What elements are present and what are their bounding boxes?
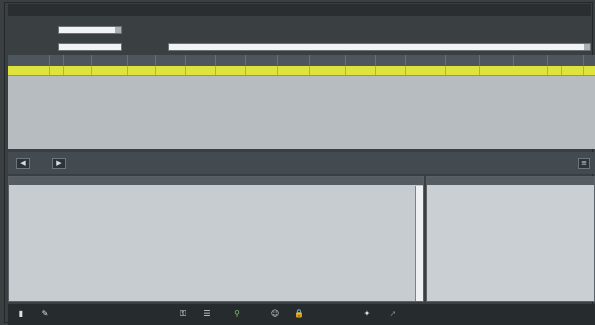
left-panel [8, 176, 424, 302]
prev-button[interactable]: ◀ [16, 158, 30, 169]
grid-header-cell[interactable] [50, 55, 64, 66]
list-icon[interactable]: ☰ [198, 308, 216, 320]
grid-header-cell[interactable] [92, 55, 128, 66]
grid-cell[interactable] [50, 66, 64, 75]
log-text [13, 188, 413, 298]
grid-header-cell[interactable] [246, 55, 278, 66]
bottom-toolbar: ▮ ✎ ⚿ ☰ ⚲ ☺ 🔒 ✦ ➚ [8, 304, 595, 325]
grid-cell[interactable] [278, 66, 310, 75]
user-icon[interactable]: ☺ [268, 308, 282, 320]
grid-header-cell[interactable] [346, 55, 376, 66]
grid-cell[interactable] [584, 66, 595, 75]
pin-icon[interactable]: ✦ [360, 308, 374, 320]
pointer-icon[interactable]: ➚ [386, 308, 400, 320]
app-window: ◀ ▶ ≡ ▮ ✎ ⚿ ☰ ⚲ ☺ 🔒 ✦ ➚ [0, 0, 595, 325]
grid-cell[interactable] [446, 66, 480, 75]
row1-select[interactable] [58, 26, 122, 34]
menu-icon[interactable]: ≡ [578, 158, 590, 169]
grid-header-cell[interactable] [514, 55, 548, 66]
grid-cell[interactable] [548, 66, 584, 75]
title-bar [8, 4, 591, 16]
row2-input[interactable] [58, 43, 122, 51]
grid-header-cell[interactable] [186, 55, 216, 66]
next-button[interactable]: ▶ [52, 158, 66, 169]
chevron-down-icon[interactable] [115, 27, 121, 33]
grid-cell-first[interactable] [8, 66, 50, 75]
grid-header-cell[interactable] [446, 55, 480, 66]
left-panel-title [9, 177, 423, 185]
pen-icon[interactable]: ✎ [38, 308, 52, 320]
grid-cell[interactable] [128, 66, 156, 75]
key-icon[interactable]: ⚿ [174, 308, 192, 320]
left-panel-scrollbar[interactable] [415, 186, 423, 301]
grid-cell[interactable] [376, 66, 406, 75]
chevron-down-icon[interactable] [584, 44, 590, 50]
grid-cell[interactable] [186, 66, 216, 75]
grid-header-cell[interactable] [548, 55, 584, 66]
grid-cell[interactable] [216, 66, 246, 75]
grid-header [8, 55, 595, 66]
right-panel [426, 176, 595, 302]
grid-header-cell[interactable] [278, 55, 310, 66]
right-panel-title [427, 177, 594, 185]
grid-cell[interactable] [92, 66, 128, 75]
grid-header-cell[interactable] [406, 55, 446, 66]
grid-header-cell[interactable] [128, 55, 156, 66]
grid-header-cell[interactable] [156, 55, 186, 66]
grid-cell[interactable] [64, 66, 92, 75]
door-icon[interactable]: ▮ [14, 308, 28, 320]
navigation-bar: ◀ ▶ ≡ [8, 152, 595, 174]
grid-header-cell[interactable] [216, 55, 246, 66]
grid-header-cell[interactable] [376, 55, 406, 66]
search-icon[interactable]: ⚲ [230, 308, 244, 320]
grid-header-cell[interactable] [480, 55, 514, 66]
table-row-selected[interactable] [8, 66, 595, 76]
grid-cell[interactable] [246, 66, 278, 75]
grid-header-cell[interactable] [8, 55, 50, 66]
grid-cell[interactable] [346, 66, 376, 75]
data-grid [8, 55, 595, 149]
grid-cell[interactable] [406, 66, 446, 75]
grid-cell[interactable] [310, 66, 346, 75]
row2-select-2[interactable] [168, 43, 591, 51]
grid-header-cell[interactable] [584, 55, 595, 66]
grid-header-cell[interactable] [310, 55, 346, 66]
lock-icon[interactable]: 🔒 [292, 308, 306, 320]
grid-cell[interactable] [514, 66, 548, 75]
grid-cell[interactable] [156, 66, 186, 75]
grid-header-cell[interactable] [64, 55, 92, 66]
